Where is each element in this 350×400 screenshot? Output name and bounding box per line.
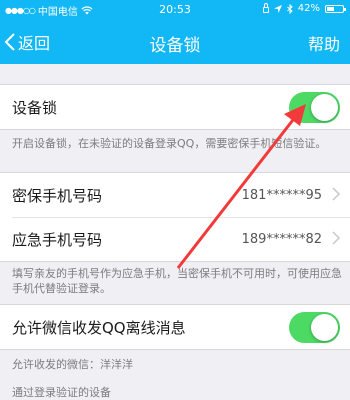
toggle-knob <box>311 314 338 341</box>
secure-phone-row[interactable]: 密保手机号码 181******95 <box>0 173 350 217</box>
secure-phone-label: 密保手机号码 <box>12 186 103 205</box>
toggle-knob <box>311 94 338 121</box>
secure-phone-value: 181******95 <box>241 187 322 203</box>
wechat-allowed-text: 允许收发的微信：洋洋洋 <box>12 358 133 371</box>
wechat-toggle[interactable] <box>289 312 340 343</box>
emergency-phone-label: 应急手机号码 <box>12 230 103 249</box>
device-lock-row: 设备锁 <box>0 85 350 129</box>
device-lock-description: 开启设备锁，在未验证的设备登录QQ，需要密保手机短信验证。 <box>12 137 327 150</box>
status-right: 42% <box>262 3 346 14</box>
verified-devices-header: 通过登录验证的设备 <box>12 386 111 399</box>
wechat-group: 允许微信收发QQ离线消息 <box>0 304 350 350</box>
battery-percent: 42% <box>297 3 320 14</box>
bluetooth-icon <box>286 3 293 14</box>
battery-icon <box>325 4 346 13</box>
chevron-right-icon <box>332 231 340 245</box>
location-icon <box>273 4 282 13</box>
emergency-phone-description: 填写亲友的手机号作为应急手机，当密保手机不可用时，可使用应急手机代替验证登录。 <box>12 267 342 295</box>
page-title: 设备锁 <box>149 36 201 56</box>
navigation-bar: 返回 设备锁 帮助 <box>0 18 350 64</box>
emergency-phone-value: 189******82 <box>241 231 322 247</box>
wechat-row: 允许微信收发QQ离线消息 <box>0 305 350 349</box>
phone-group: 密保手机号码 181******95 应急手机号码 189******82 <box>0 172 350 262</box>
status-bar: ●●●○○ 中国电信 20:53 42% <box>0 0 350 18</box>
wechat-label: 允许微信收发QQ离线消息 <box>12 318 186 337</box>
device-lock-label: 设备锁 <box>12 98 58 117</box>
emergency-phone-row[interactable]: 应急手机号码 189******82 <box>0 217 350 261</box>
help-button[interactable]: 帮助 <box>308 31 340 55</box>
device-lock-toggle[interactable] <box>289 92 340 123</box>
chevron-right-icon <box>332 187 340 201</box>
device-lock-group: 设备锁 <box>0 84 350 130</box>
alarm-icon <box>262 3 269 13</box>
